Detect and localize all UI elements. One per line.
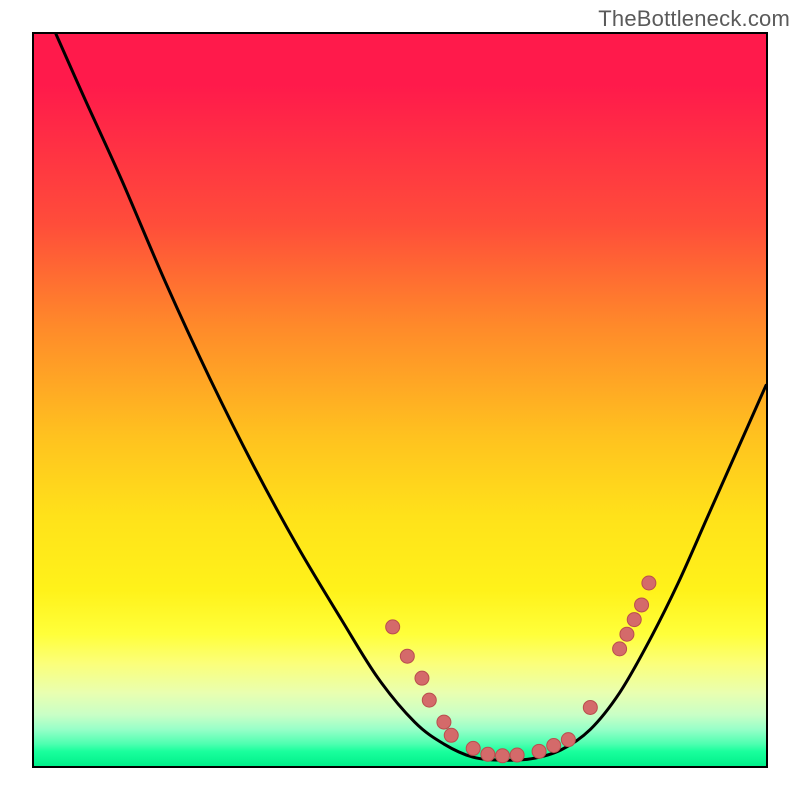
data-marker [481, 747, 495, 761]
plot-area [32, 32, 768, 768]
data-marker [620, 627, 634, 641]
data-marker [583, 700, 597, 714]
data-marker [510, 748, 524, 762]
data-marker [495, 749, 509, 763]
curve-layer [34, 34, 766, 766]
data-marker [415, 671, 429, 685]
data-marker [437, 715, 451, 729]
data-marker [532, 744, 546, 758]
data-marker [444, 728, 458, 742]
data-marker [642, 576, 656, 590]
attribution-text: TheBottleneck.com [598, 6, 790, 32]
data-marker [613, 642, 627, 656]
data-marker [561, 733, 575, 747]
data-marker [635, 598, 649, 612]
data-marker [400, 649, 414, 663]
data-marker [547, 739, 561, 753]
chart-frame: TheBottleneck.com [0, 0, 800, 800]
data-marker [627, 613, 641, 627]
data-marker [422, 693, 436, 707]
data-marker [466, 741, 480, 755]
data-markers [386, 576, 656, 763]
data-marker [386, 620, 400, 634]
